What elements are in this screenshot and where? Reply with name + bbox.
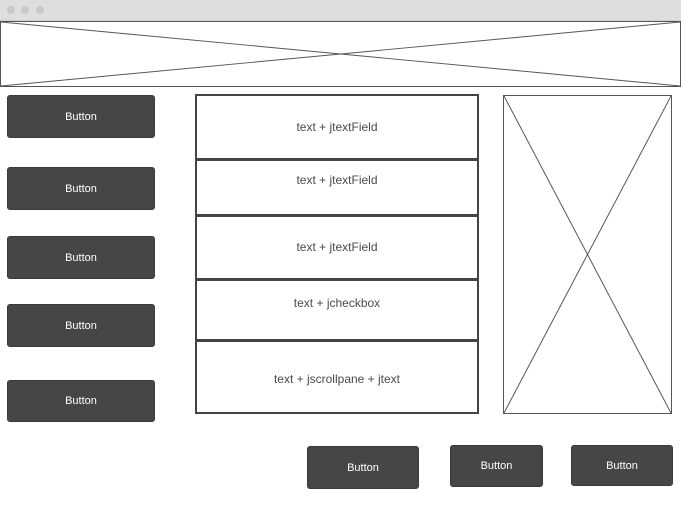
app-window: Button Button Button Button Button text … <box>0 0 681 505</box>
left-button-2[interactable]: Button <box>7 167 155 210</box>
form-row-label: text + jcheckbox <box>293 296 381 310</box>
bottom-button-2[interactable]: Button <box>450 445 543 487</box>
form-row-label: text + jtextField <box>296 120 378 134</box>
left-button-3[interactable]: Button <box>7 236 155 279</box>
form-row-scrollpane-text[interactable]: text + jscrollpane + jtext <box>197 342 477 412</box>
form-row-label: text + jtextField <box>296 240 378 254</box>
image-placeholder-icon <box>504 96 671 413</box>
form-panel: text + jtextField text + jtextField text… <box>195 94 479 414</box>
bottom-button-3[interactable]: Button <box>571 445 673 486</box>
close-dot-icon[interactable] <box>7 6 15 14</box>
minimize-dot-icon[interactable] <box>21 6 29 14</box>
form-row-text-field-2[interactable]: text + jtextField <box>197 161 477 217</box>
header-image-placeholder <box>0 21 681 87</box>
form-row-label: text + jtextField <box>296 173 378 187</box>
maximize-dot-icon[interactable] <box>36 6 44 14</box>
side-image-placeholder <box>503 95 672 414</box>
image-placeholder-icon <box>1 22 680 86</box>
form-row-text-field-3[interactable]: text + jtextField <box>197 217 477 281</box>
left-button-5[interactable]: Button <box>7 380 155 422</box>
left-button-1[interactable]: Button <box>7 95 155 138</box>
left-button-4[interactable]: Button <box>7 304 155 347</box>
form-row-label: text + jscrollpane + jtext <box>273 372 401 386</box>
window-titlebar <box>0 0 681 21</box>
form-row-checkbox[interactable]: text + jcheckbox <box>197 281 477 342</box>
form-row-text-field-1[interactable]: text + jtextField <box>197 96 477 161</box>
bottom-button-1[interactable]: Button <box>307 446 419 489</box>
